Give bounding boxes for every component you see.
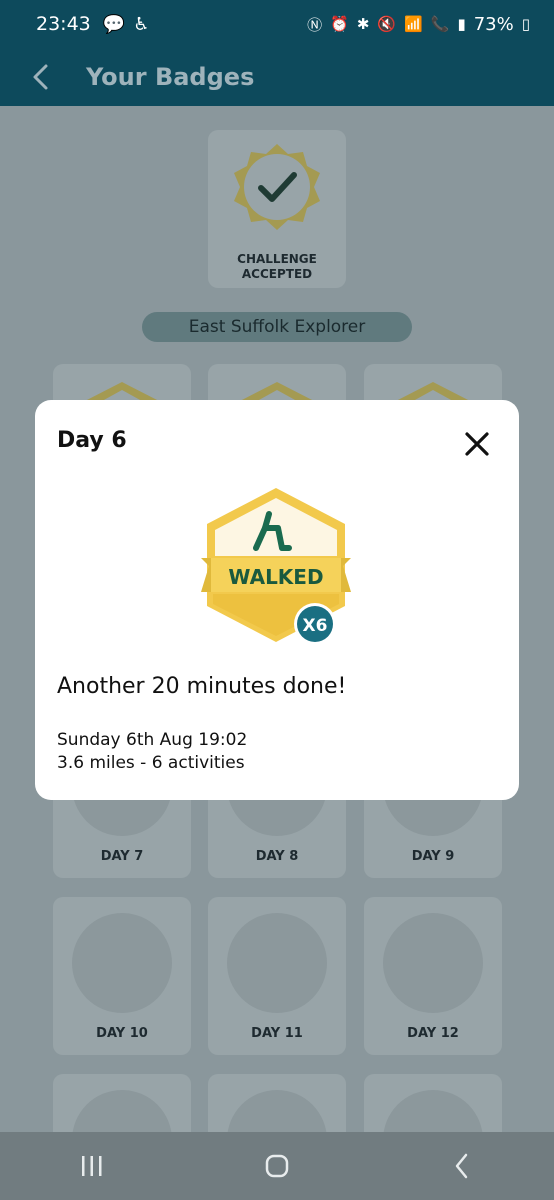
close-icon: [465, 432, 489, 456]
nfc-icon: Ⓝ: [307, 15, 323, 34]
badge-detail-dialog: Day 6 WALKED X6 Another 20 minutes done!: [35, 400, 519, 800]
wifi-call-icon: 📞: [430, 15, 450, 33]
accessibility-icon: ♿: [133, 13, 150, 35]
back-button[interactable]: [0, 48, 82, 106]
system-back-button[interactable]: [432, 1136, 492, 1196]
page-title: Your Badges: [86, 63, 255, 91]
signal-icon: ▮: [457, 15, 466, 33]
challenge-label-line2: ACCEPTED: [241, 267, 313, 281]
day-label: DAY 8: [255, 849, 299, 864]
activity-stats: 3.6 miles - 6 activities: [57, 753, 245, 773]
day-label: DAY 11: [251, 1026, 303, 1041]
day-label: DAY 10: [96, 1026, 148, 1041]
day-label: DAY 12: [407, 1026, 459, 1041]
mute-icon: 🔇: [377, 15, 397, 33]
walked-badge: WALKED X6: [199, 486, 359, 646]
battery-icon: ▯: [521, 15, 530, 33]
dialog-message: Another 20 minutes done!: [57, 674, 347, 699]
challenge-name-pill: East Suffolk Explorer: [142, 312, 412, 342]
day-tile[interactable]: DAY 11: [208, 897, 346, 1055]
alarm-icon: ⏰: [330, 15, 349, 33]
locked-badge-placeholder: [227, 913, 327, 1013]
recent-apps-button[interactable]: [62, 1136, 122, 1196]
recents-icon: [82, 1156, 102, 1176]
home-button[interactable]: [247, 1136, 307, 1196]
battery-level: 73%: [473, 13, 514, 35]
wifi-icon: 📶: [404, 15, 423, 33]
app-header: Your Badges: [0, 48, 554, 106]
activity-date: Sunday 6th Aug 19:02: [57, 730, 248, 750]
day-tile[interactable]: DAY 10: [53, 897, 191, 1055]
badge-label: WALKED: [228, 565, 323, 589]
back-icon: [455, 1153, 467, 1179]
status-time: 23:43: [36, 13, 91, 35]
home-icon: [265, 1154, 289, 1178]
bluetooth-icon: ✱: [356, 15, 370, 33]
close-button[interactable]: [459, 426, 495, 462]
locked-badge-placeholder: [72, 913, 172, 1013]
dialog-title: Day 6: [57, 428, 127, 453]
system-nav-bar: [0, 1132, 554, 1200]
challenge-label-line1: CHALLENGE: [237, 252, 317, 266]
chevron-left-icon: [33, 64, 48, 90]
badge-count: X6: [303, 616, 328, 636]
day-label: DAY 9: [411, 849, 455, 864]
chat-icon: 💬: [102, 13, 126, 35]
check-seal-icon: [234, 144, 320, 230]
day-label: DAY 7: [100, 849, 144, 864]
walked-badge-icon: WALKED X6: [201, 488, 351, 645]
locked-badge-placeholder: [383, 913, 483, 1013]
day-tile[interactable]: DAY 12: [364, 897, 502, 1055]
challenge-accepted-badge[interactable]: CHALLENGE ACCEPTED: [208, 130, 346, 288]
status-bar: 23:43 💬 ♿ Ⓝ ⏰ ✱ 🔇 📶 📞 ▮ 73% ▯: [0, 0, 554, 48]
